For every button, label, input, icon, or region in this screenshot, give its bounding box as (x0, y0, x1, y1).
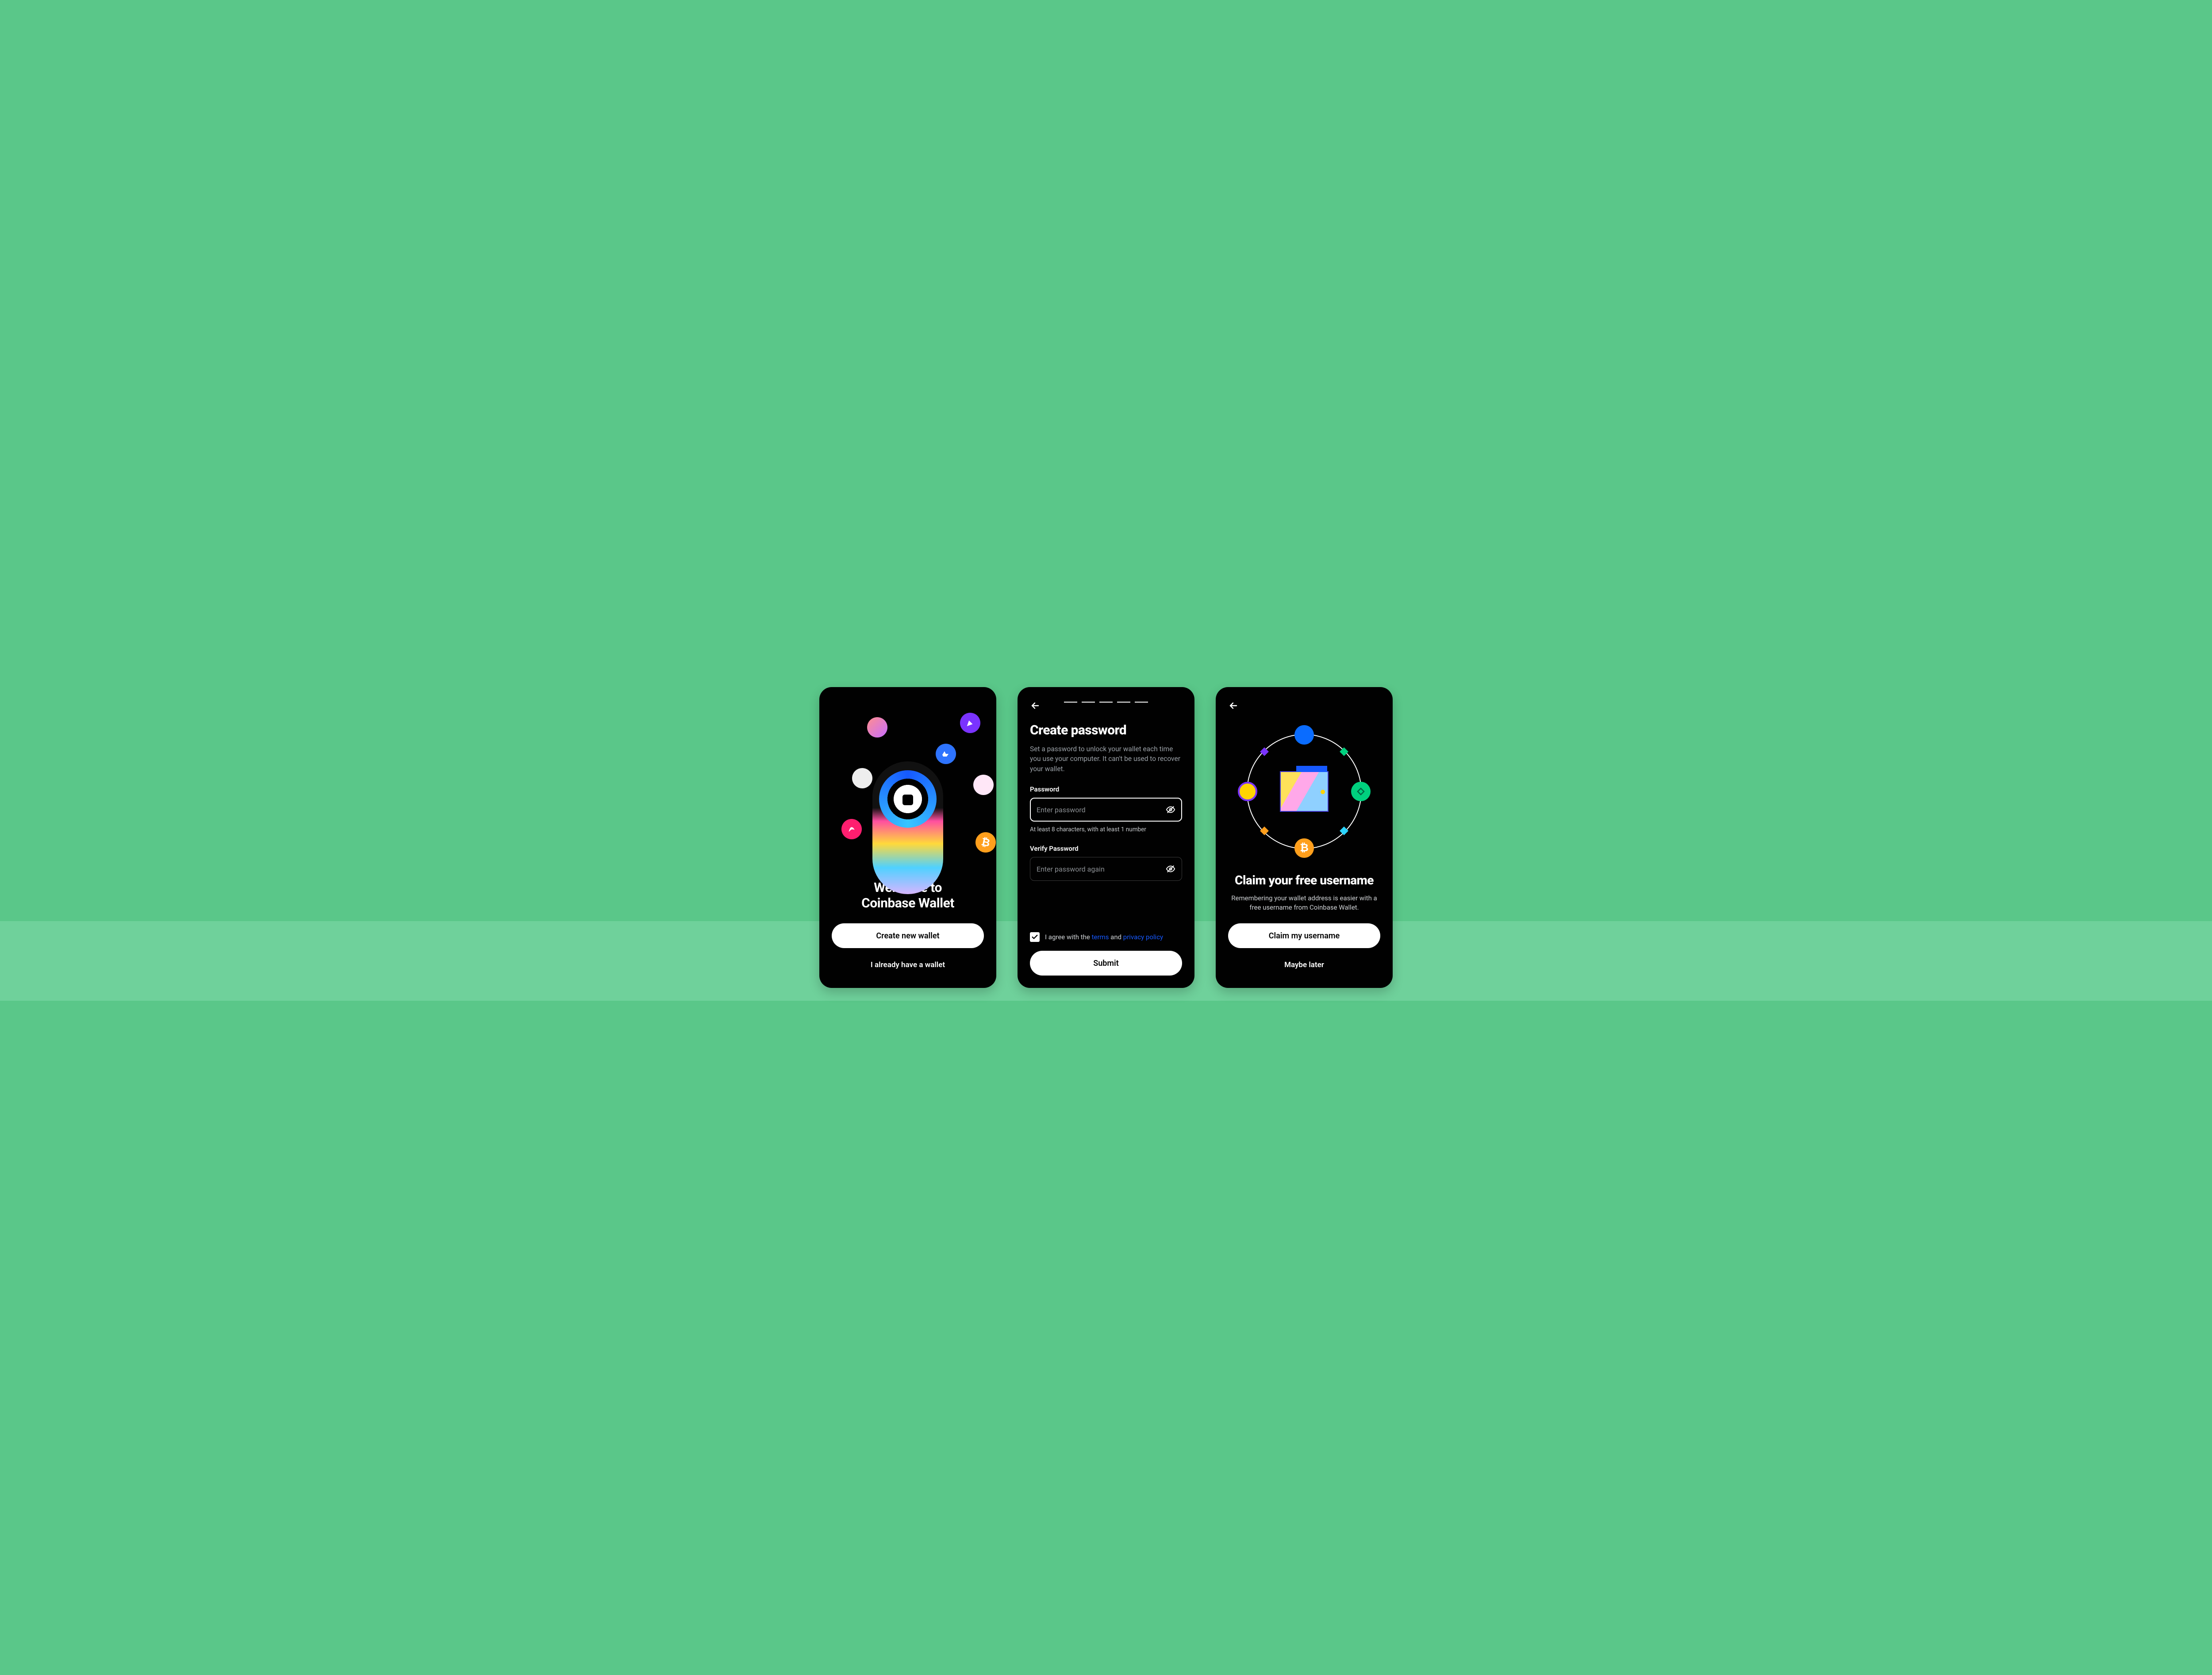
toggle-visibility-icon[interactable] (1166, 864, 1175, 874)
diamond-icon (1351, 782, 1371, 801)
submit-button[interactable]: Submit (1030, 951, 1182, 976)
orbit-marker-icon (1260, 826, 1269, 835)
password-hint: At least 8 characters, with at least 1 n… (1030, 826, 1182, 833)
page-description: Set a password to unlock your wallet eac… (1030, 744, 1182, 774)
claim-username-screen: ₿ Claim your free username Remembering y… (1216, 687, 1393, 988)
coinbase-logo-pill (872, 761, 943, 894)
create-password-screen: Create password Set a password to unlock… (1018, 687, 1194, 988)
bitcoin-icon: ₿ (974, 830, 996, 855)
welcome-screen: ₿ Welcome to Coinbase Wallet Create new … (819, 687, 996, 988)
terms-link[interactable]: terms (1092, 933, 1109, 941)
ape-avatar-icon (852, 768, 872, 788)
username-illustration: ₿ (1228, 712, 1380, 871)
agree-checkbox[interactable] (1030, 932, 1040, 942)
nft-avatar-icon (973, 775, 994, 795)
existing-wallet-button[interactable]: I already have a wallet (832, 954, 984, 976)
maybe-later-button[interactable]: Maybe later (1228, 954, 1380, 976)
orbit-marker-icon (1340, 747, 1348, 756)
privacy-link[interactable]: privacy policy (1123, 933, 1163, 941)
verify-password-input[interactable] (1037, 865, 1161, 873)
uniswap-icon (841, 819, 862, 839)
orbit-marker-icon (1260, 747, 1269, 756)
avatar-1-icon (867, 717, 887, 738)
welcome-illustration: ₿ (832, 699, 984, 880)
back-button[interactable] (1228, 699, 1240, 712)
avatar-icon (1294, 725, 1314, 745)
progress-indicator (1064, 702, 1148, 703)
password-label: Password (1030, 785, 1182, 793)
agree-text: I agree with the terms and privacy polic… (1045, 933, 1163, 941)
claim-description: Remembering your wallet address is easie… (1229, 894, 1379, 913)
party-popper-icon (960, 713, 980, 733)
claim-username-button[interactable]: Claim my username (1228, 923, 1380, 948)
password-field[interactable] (1030, 798, 1182, 822)
password-input[interactable] (1037, 806, 1161, 814)
verify-password-field[interactable] (1030, 857, 1182, 881)
claim-heading: Claim your free username (1228, 873, 1380, 887)
create-wallet-button[interactable]: Create new wallet (832, 923, 984, 948)
coin-icon (1238, 782, 1257, 801)
verify-password-label: Verify Password (1030, 845, 1182, 853)
toggle-visibility-icon[interactable] (1166, 805, 1175, 814)
page-heading: Create password (1030, 722, 1182, 738)
bitcoin-icon: ₿ (1294, 838, 1314, 858)
back-button[interactable] (1030, 699, 1042, 712)
orbit-marker-icon (1340, 826, 1348, 835)
opensea-icon (936, 744, 956, 764)
wallet-icon (1280, 771, 1329, 812)
